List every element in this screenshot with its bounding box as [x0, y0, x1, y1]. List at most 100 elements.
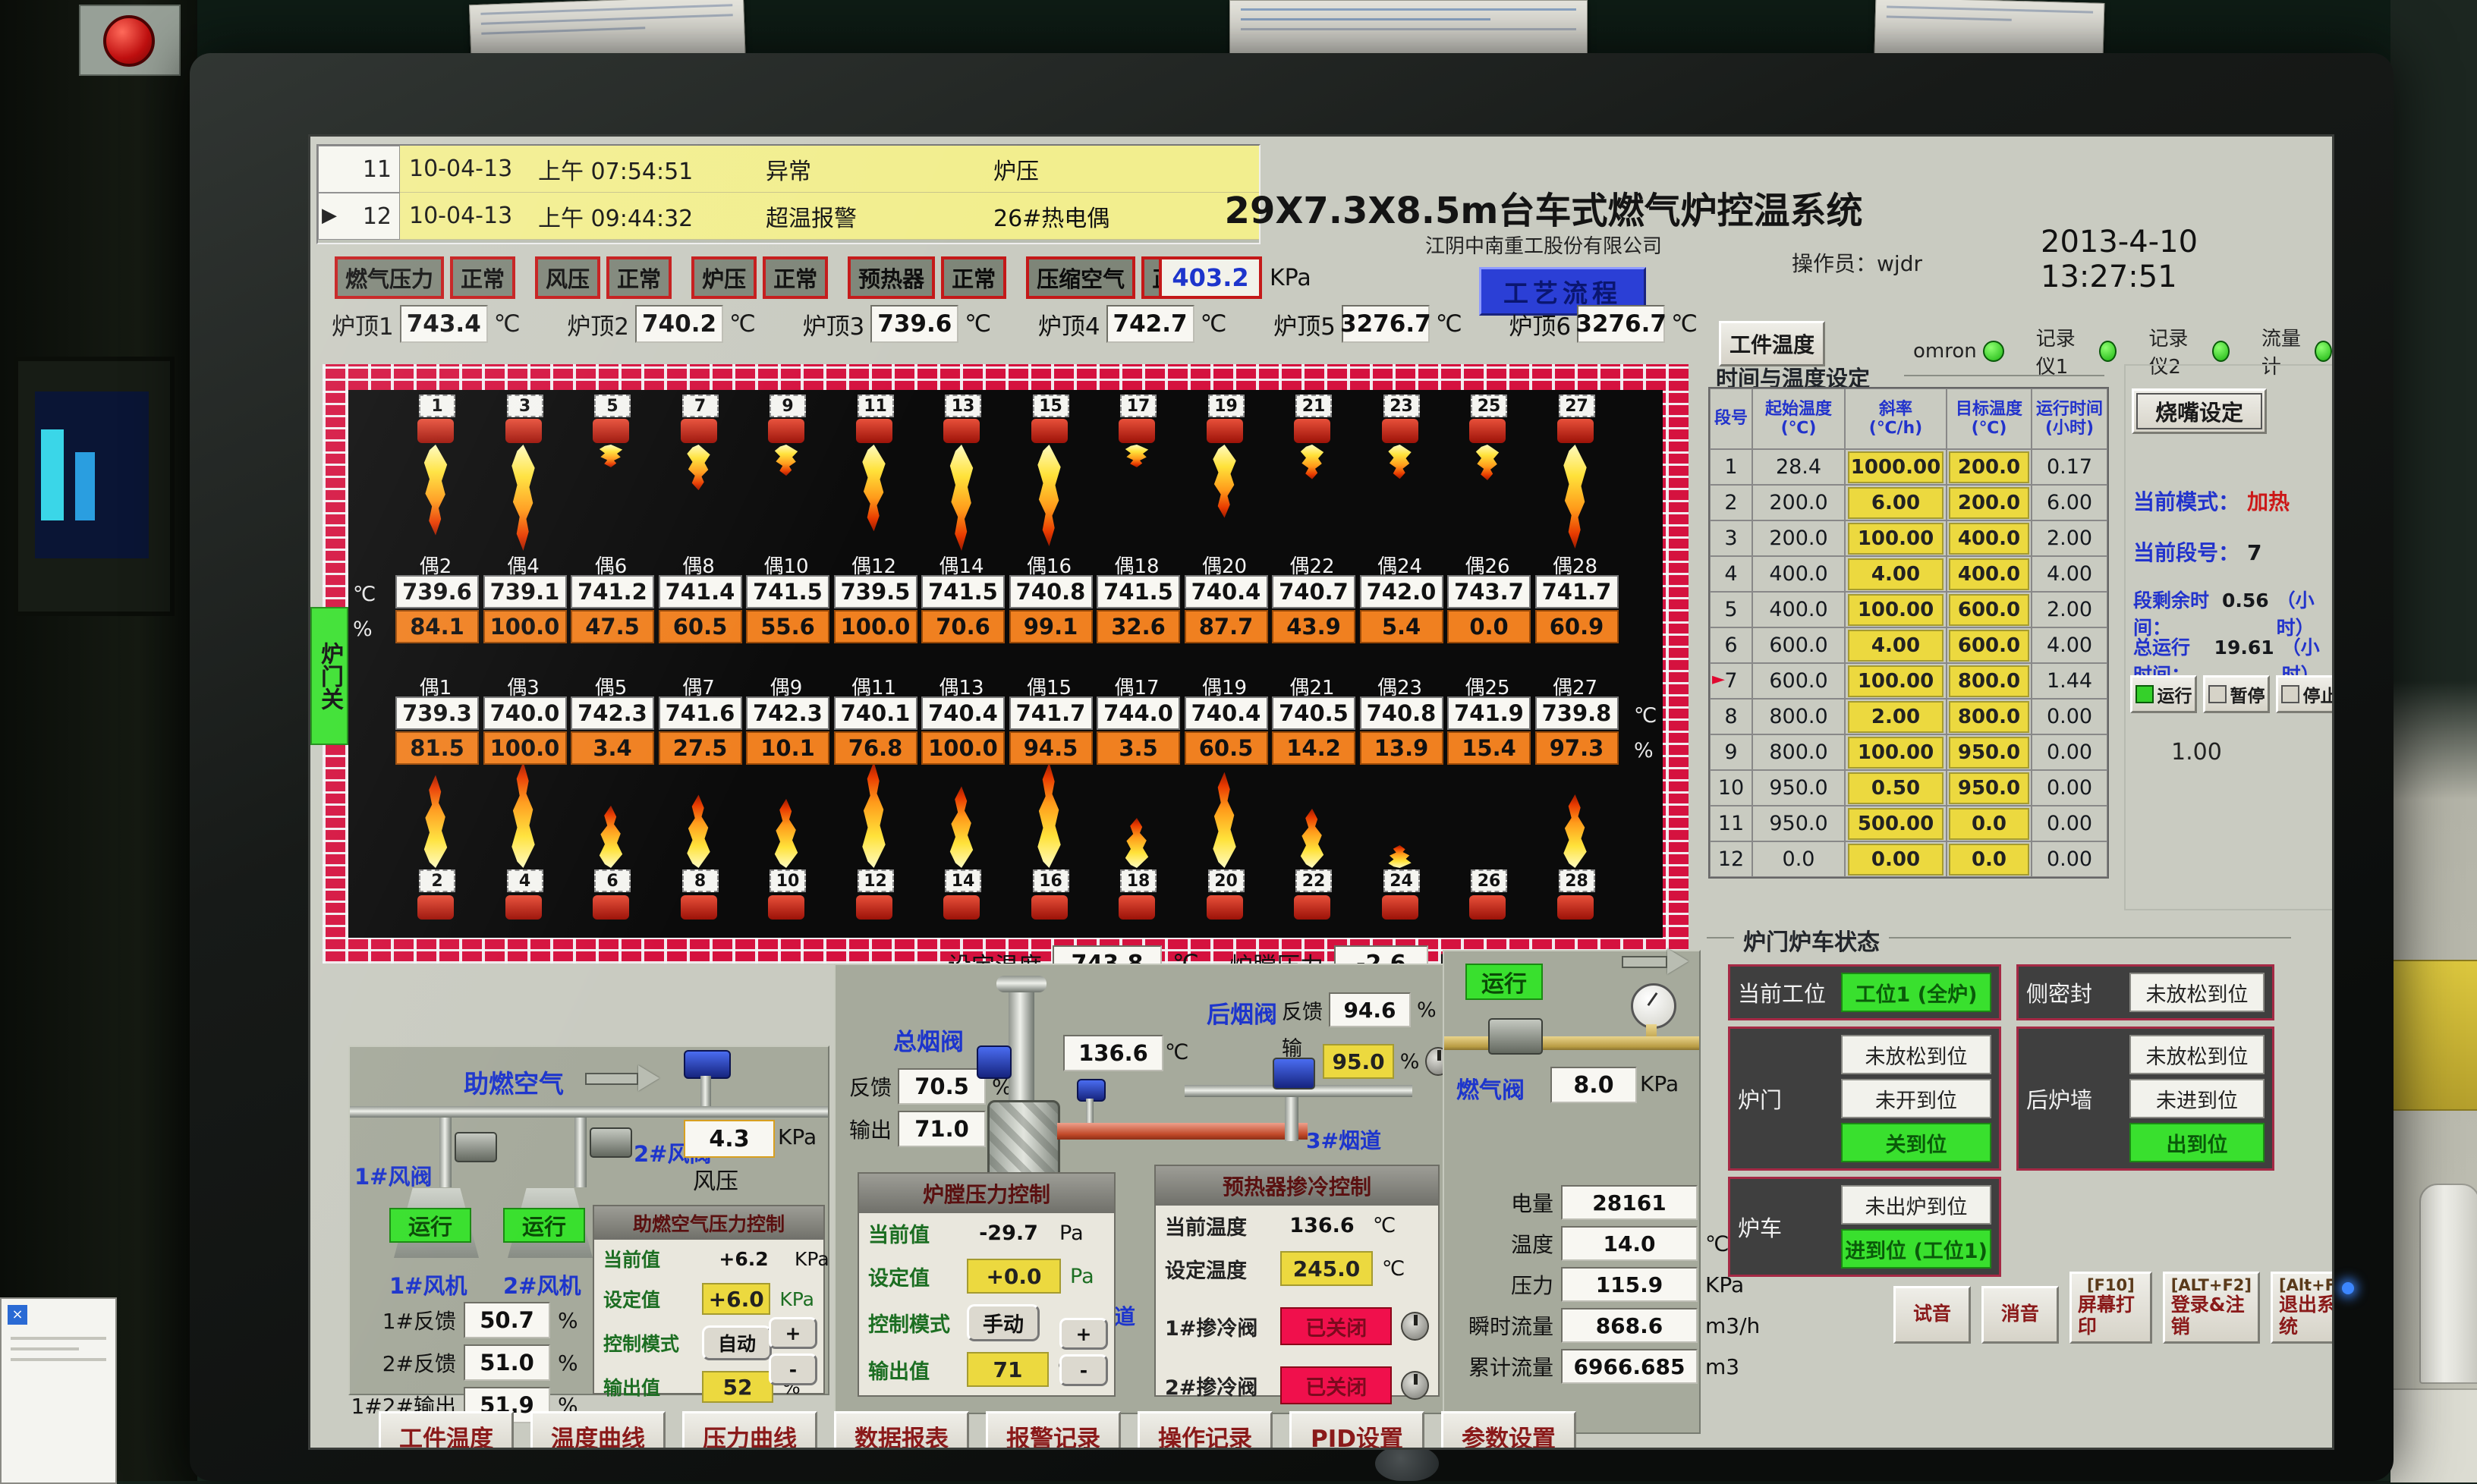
rear-output-value[interactable]: 95.0 — [1323, 1044, 1393, 1079]
schedule-setpoint-cell[interactable]: 400.0 — [1949, 558, 2028, 590]
schedule-cell[interactable]: 2.00 — [1845, 699, 1947, 734]
increase-button[interactable]: + — [769, 1317, 817, 1349]
schedule-cell[interactable]: 0.00 — [1845, 841, 1947, 877]
air-valve-1-icon[interactable] — [455, 1132, 497, 1162]
system-button[interactable]: 消音 — [1981, 1286, 2059, 1344]
schedule-setpoint-cell[interactable]: 100.00 — [1848, 594, 1943, 626]
decrease-button[interactable]: - — [1059, 1354, 1108, 1386]
schedule-setpoint-cell[interactable]: 0.0 — [1949, 844, 2028, 876]
stop-button[interactable]: 停止 — [2276, 675, 2334, 713]
schedule-cell[interactable]: 400.0 — [1947, 556, 2032, 592]
schedule-setpoint-cell[interactable]: 0.50 — [1848, 772, 1943, 804]
schedule-setpoint-cell[interactable]: 950.0 — [1949, 772, 2028, 804]
status-item-label: 压缩空气 — [1026, 256, 1135, 299]
schedule-setpoint-cell[interactable]: 200.0 — [1949, 451, 2028, 483]
schedule-cell[interactable]: 100.00 — [1845, 520, 1947, 556]
schedule-setpoint-cell[interactable]: 800.0 — [1949, 701, 2028, 733]
schedule-cell[interactable]: 4.00 — [1845, 627, 1947, 663]
alarm-row[interactable]: 1110-04-13上午 07:54:51异常炉压 — [318, 146, 1259, 193]
schedule-cell[interactable]: 1000.00 — [1845, 449, 1947, 485]
nav-button[interactable]: 操作记录 — [1138, 1411, 1273, 1450]
schedule-setpoint-cell[interactable]: 950.0 — [1949, 737, 2028, 769]
schedule-setpoint-cell[interactable]: 0.00 — [1848, 844, 1943, 876]
set-value[interactable]: +6.0 — [702, 1283, 770, 1315]
burner-flame — [1560, 445, 1591, 549]
gas-reading-label: 瞬时流量 — [1447, 1310, 1553, 1341]
couple-output-pct: 13.9 — [1360, 731, 1443, 765]
schedule-cell[interactable]: 0.0 — [1947, 806, 2032, 841]
schedule-cell[interactable]: 800.0 — [1947, 663, 2032, 699]
schedule-cell[interactable]: 600.0 — [1947, 627, 2032, 663]
schedule-cell[interactable]: 100.00 — [1845, 734, 1947, 770]
system-button[interactable]: 试音 — [1893, 1286, 1971, 1344]
schedule-setpoint-cell[interactable]: 6.00 — [1848, 487, 1943, 519]
system-button[interactable]: [F10]屏幕打印 — [2069, 1272, 2152, 1344]
schedule-setpoint-cell[interactable]: 1000.00 — [1848, 451, 1943, 483]
nav-button[interactable]: 压力曲线 — [682, 1411, 817, 1450]
couple-output-pct: 100.0 — [921, 731, 1005, 765]
pause-button[interactable]: 暂停 — [2203, 675, 2270, 713]
schedule-setpoint-cell[interactable]: 100.00 — [1848, 665, 1943, 697]
schedule-setpoint-cell[interactable]: 0.0 — [1949, 808, 2028, 840]
schedule-cell[interactable]: 950.0 — [1947, 734, 2032, 770]
run-button[interactable]: 运行 — [2130, 675, 2197, 713]
workpiece-temp-button[interactable]: 工件温度 — [1719, 321, 1825, 366]
schedule-cell[interactable]: 4.00 — [1845, 556, 1947, 592]
nav-button[interactable]: PID设置 — [1289, 1411, 1424, 1450]
gas-valve-icon[interactable] — [1488, 1018, 1543, 1055]
mode-toggle-button[interactable]: 手动 — [967, 1304, 1040, 1341]
increase-button[interactable]: + — [1059, 1318, 1108, 1350]
system-button[interactable]: [Alt+F4]退出系统 — [2271, 1272, 2334, 1344]
schedule-setpoint-cell[interactable]: 2.00 — [1848, 701, 1943, 733]
schedule-setpoint-cell[interactable]: 100.00 — [1848, 737, 1943, 769]
nav-button[interactable]: 报警记录 — [986, 1411, 1121, 1450]
schedule-cell[interactable]: 200.0 — [1947, 449, 2032, 485]
schedule-setpoint-cell[interactable]: 600.0 — [1949, 594, 2028, 626]
schedule-cell[interactable]: 100.00 — [1845, 663, 1947, 699]
decrease-button[interactable]: - — [769, 1354, 817, 1385]
flue-valve-actuator-icon[interactable] — [977, 1045, 1012, 1079]
out-value[interactable]: 71 — [967, 1352, 1049, 1387]
schedule-cell[interactable]: 0.0 — [1947, 841, 2032, 877]
schedule-setpoint-cell[interactable]: 100.00 — [1848, 523, 1943, 555]
gas-reading-value: 14.0 — [1561, 1226, 1698, 1261]
schedule-setpoint-cell[interactable]: 600.0 — [1949, 630, 2028, 662]
schedule-cell[interactable]: 600.0 — [1947, 592, 2032, 627]
nav-button[interactable]: 数据报表 — [834, 1411, 969, 1450]
out-value[interactable]: 52 — [702, 1371, 773, 1403]
schedule-cell[interactable]: 6.00 — [1845, 485, 1947, 520]
schedule-cell[interactable]: 400.0 — [1947, 520, 2032, 556]
schedule-cell: 950.0 — [1752, 770, 1845, 806]
set-temp-value[interactable]: 245.0 — [1280, 1251, 1373, 1286]
schedule-setpoint-cell[interactable]: 800.0 — [1949, 665, 2028, 697]
nav-button[interactable]: 温度曲线 — [530, 1411, 666, 1450]
schedule-setpoint-cell[interactable]: 500.00 — [1848, 808, 1943, 840]
schedule-cell[interactable]: 200.0 — [1947, 485, 2032, 520]
couple-output-pct: 60.5 — [1185, 731, 1268, 765]
alarm-type: 超温报警 — [766, 200, 993, 233]
precooler-valve-knob-icon[interactable] — [1401, 1312, 1429, 1341]
schedule-cell[interactable]: 0.50 — [1845, 770, 1947, 806]
alarm-list[interactable]: 1110-04-13上午 07:54:51异常炉压12▶10-04-13上午 0… — [316, 144, 1261, 244]
mode-toggle-button[interactable]: 自动 — [702, 1325, 772, 1360]
set-value[interactable]: +0.0 — [967, 1259, 1061, 1294]
precooler-valve-knob-icon[interactable] — [1401, 1371, 1429, 1400]
system-button[interactable]: [ALT+F2]登录&注销 — [2163, 1272, 2260, 1344]
air-valve-2-icon[interactable] — [590, 1127, 632, 1158]
schedule-setpoint-cell[interactable]: 4.00 — [1848, 630, 1943, 662]
nav-button[interactable]: 参数设置 — [1441, 1411, 1576, 1450]
schedule-setpoint-cell[interactable]: 200.0 — [1949, 487, 2028, 519]
alarm-row[interactable]: 12▶10-04-13上午 09:44:32超温报警26#热电偶 — [318, 193, 1259, 240]
burner-number-tile: 6 — [594, 869, 631, 892]
rear-flue-valve-icon[interactable] — [1273, 1058, 1315, 1089]
schedule-cell[interactable]: 500.00 — [1845, 806, 1947, 841]
burner-block — [1469, 895, 1506, 920]
mode-value: 加热 — [2247, 486, 2290, 516]
schedule-setpoint-cell[interactable]: 400.0 — [1949, 523, 2028, 555]
schedule-cell[interactable]: 950.0 — [1947, 770, 2032, 806]
burner-setting-button[interactable]: 烧嘴设定 — [2132, 388, 2267, 434]
nav-button[interactable]: 工件温度 — [379, 1411, 514, 1450]
schedule-cell[interactable]: 100.00 — [1845, 592, 1947, 627]
schedule-setpoint-cell[interactable]: 4.00 — [1848, 558, 1943, 590]
schedule-cell[interactable]: 800.0 — [1947, 699, 2032, 734]
